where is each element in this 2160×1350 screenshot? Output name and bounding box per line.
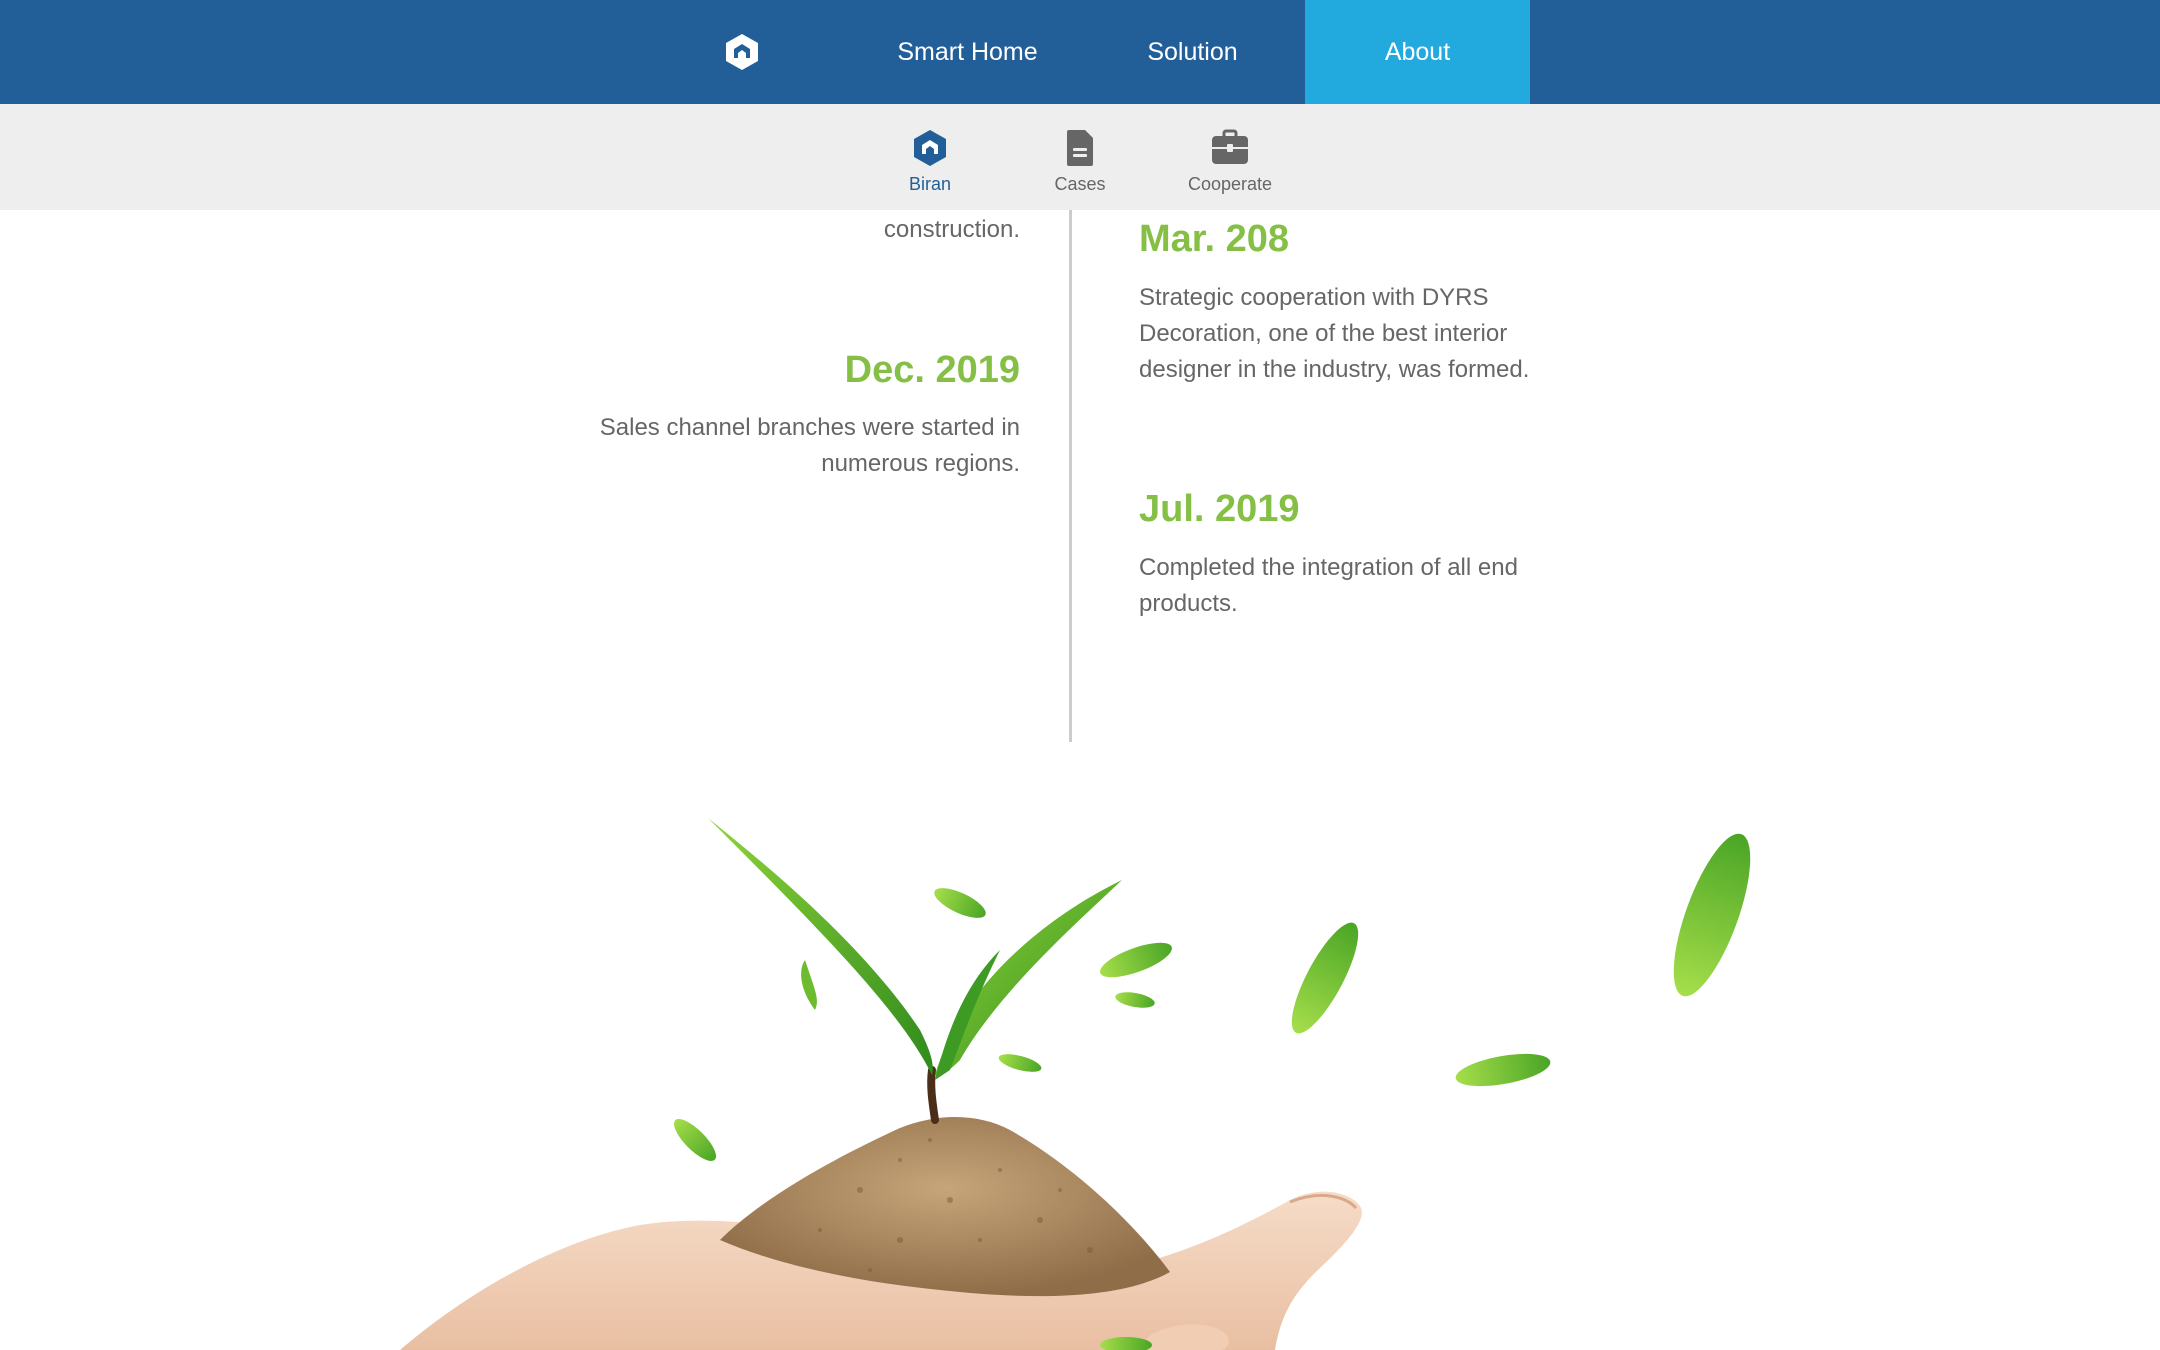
timeline-divider — [1069, 210, 1072, 742]
document-icon — [1067, 130, 1093, 166]
page: Smart Home Solution About Biran Cases Co… — [0, 0, 2160, 1350]
nav-item-label: About — [1384, 37, 1451, 66]
sub-navigation: Biran Cases Cooperate — [0, 104, 2160, 210]
briefcase-icon — [1212, 129, 1248, 164]
timeline-entry-date: Dec. 2019 — [844, 349, 1020, 391]
subnav-item-label: Cases — [1054, 174, 1106, 194]
biran-logo-icon[interactable] — [722, 32, 762, 72]
subnav-item-label: Biran — [908, 174, 952, 194]
subnav-item-label: Cooperate — [1187, 174, 1273, 194]
sprout-in-hand-illustration — [400, 818, 1751, 1350]
nav-item-smart-home[interactable]: Smart Home — [855, 0, 1080, 104]
timeline-entry-text: construction. — [883, 216, 1020, 243]
biran-logo-icon — [914, 130, 946, 166]
subnav-item-cooperate[interactable]: Cooperate — [1155, 128, 1305, 208]
timeline-entry-date: Jul. 2019 — [1139, 488, 1300, 530]
timeline-entry-text: Strategic cooperation with DYRS Decorati… — [1139, 284, 1530, 383]
subnav-item-cases[interactable]: Cases — [1005, 128, 1155, 208]
subnav-item-biran[interactable]: Biran — [855, 128, 1005, 208]
timeline-entry-date: Mar. 208 — [1139, 218, 1289, 260]
nav-item-solution[interactable]: Solution — [1080, 0, 1305, 104]
timeline-entry-text: Completed the integration of all end pro… — [1139, 554, 1518, 617]
nav-item-about[interactable]: About — [1305, 0, 1530, 104]
top-navigation: Smart Home Solution About — [0, 0, 2160, 104]
timeline-entry-text: Sales channel branches were started in n… — [599, 414, 1020, 477]
nav-item-label: Smart Home — [897, 37, 1038, 66]
nav-item-label: Solution — [1147, 37, 1238, 66]
